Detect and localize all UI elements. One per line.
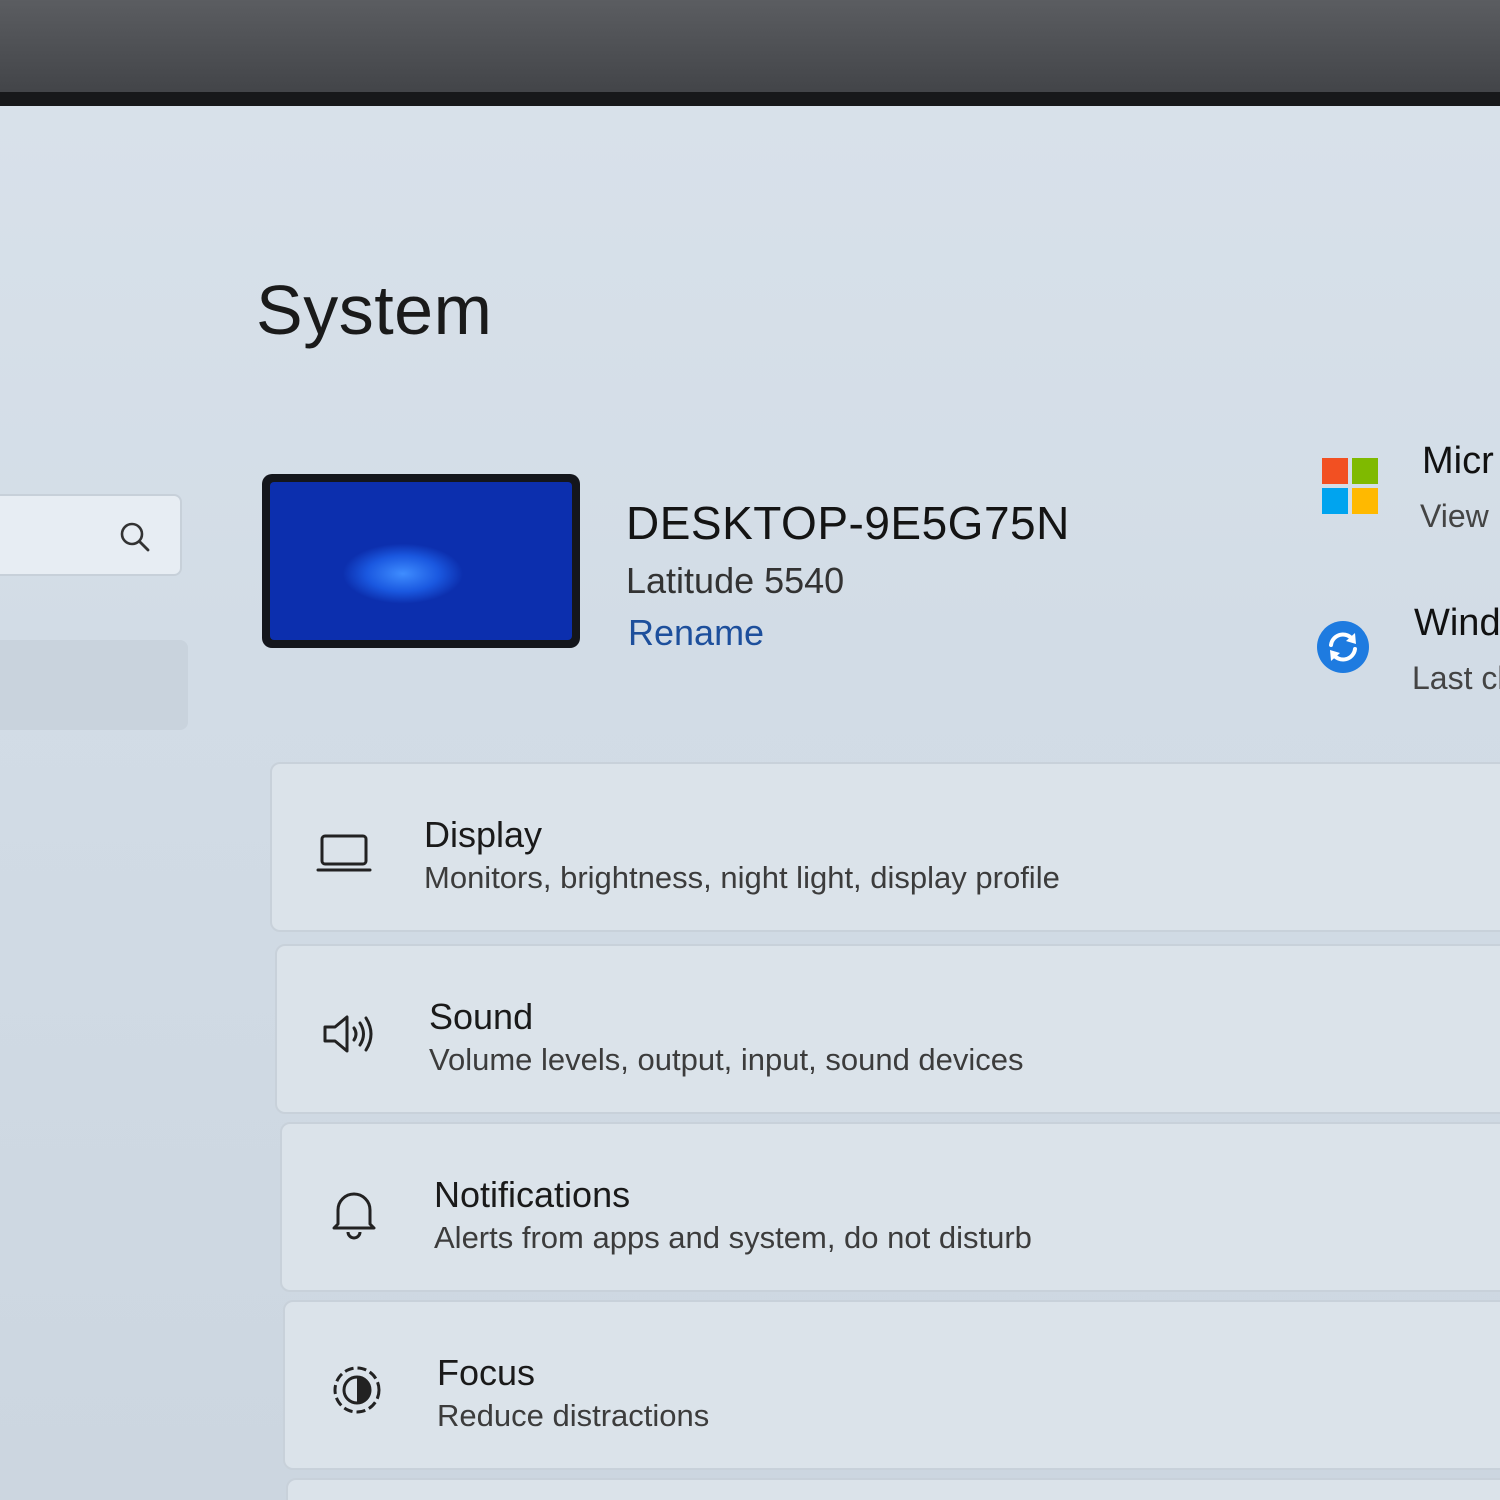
page-title: System xyxy=(256,271,493,349)
search-input[interactable] xyxy=(0,494,182,576)
settings-item-subtitle: Reduce distractions xyxy=(437,1398,710,1433)
settings-item-display[interactable]: Display Monitors, brightness, night ligh… xyxy=(270,762,1500,932)
speaker-icon xyxy=(323,1015,373,1053)
laptop-icon xyxy=(316,834,372,872)
windows-logo-icon xyxy=(1322,458,1378,514)
bell-icon xyxy=(332,1192,376,1240)
settings-item-title: Focus xyxy=(437,1352,536,1393)
settings-item-sound[interactable]: Sound Volume levels, output, input, soun… xyxy=(275,944,1500,1114)
settings-item-subtitle: Volume levels, output, input, sound devi… xyxy=(429,1042,1024,1077)
device-wallpaper-thumbnail xyxy=(262,474,580,648)
search-icon xyxy=(120,522,150,552)
settings-item-subtitle: Alerts from apps and system, do not dist… xyxy=(434,1220,1032,1255)
device-model: Latitude 5540 xyxy=(626,560,845,601)
microsoft-365-subtitle: View xyxy=(1420,498,1489,534)
settings-item-title: Display xyxy=(424,814,543,855)
windows-update-title[interactable]: Wind xyxy=(1414,602,1500,645)
windows-update-subtitle: Last cl xyxy=(1412,660,1500,696)
microsoft-365-title[interactable]: Micr xyxy=(1422,440,1494,483)
monitor-bezel xyxy=(0,0,1500,106)
sync-icon xyxy=(1317,621,1369,673)
settings-item-next[interactable] xyxy=(286,1478,1500,1500)
focus-icon xyxy=(333,1366,381,1414)
settings-window: System DESKTOP-9E5G75N Latitude 5540 Ren… xyxy=(0,106,1500,1500)
rename-link[interactable]: Rename xyxy=(628,612,764,654)
wallpaper-image xyxy=(270,482,572,640)
settings-item-title: Sound xyxy=(429,996,534,1037)
settings-item-title: Notifications xyxy=(434,1174,631,1215)
sidebar-item-system[interactable] xyxy=(0,640,188,730)
settings-item-notifications[interactable]: Notifications Alerts from apps and syste… xyxy=(280,1122,1500,1292)
device-name: DESKTOP-9E5G75N xyxy=(626,497,1070,549)
settings-item-subtitle: Monitors, brightness, night light, displ… xyxy=(424,860,1060,895)
settings-item-focus[interactable]: Focus Reduce distractions xyxy=(283,1300,1500,1470)
